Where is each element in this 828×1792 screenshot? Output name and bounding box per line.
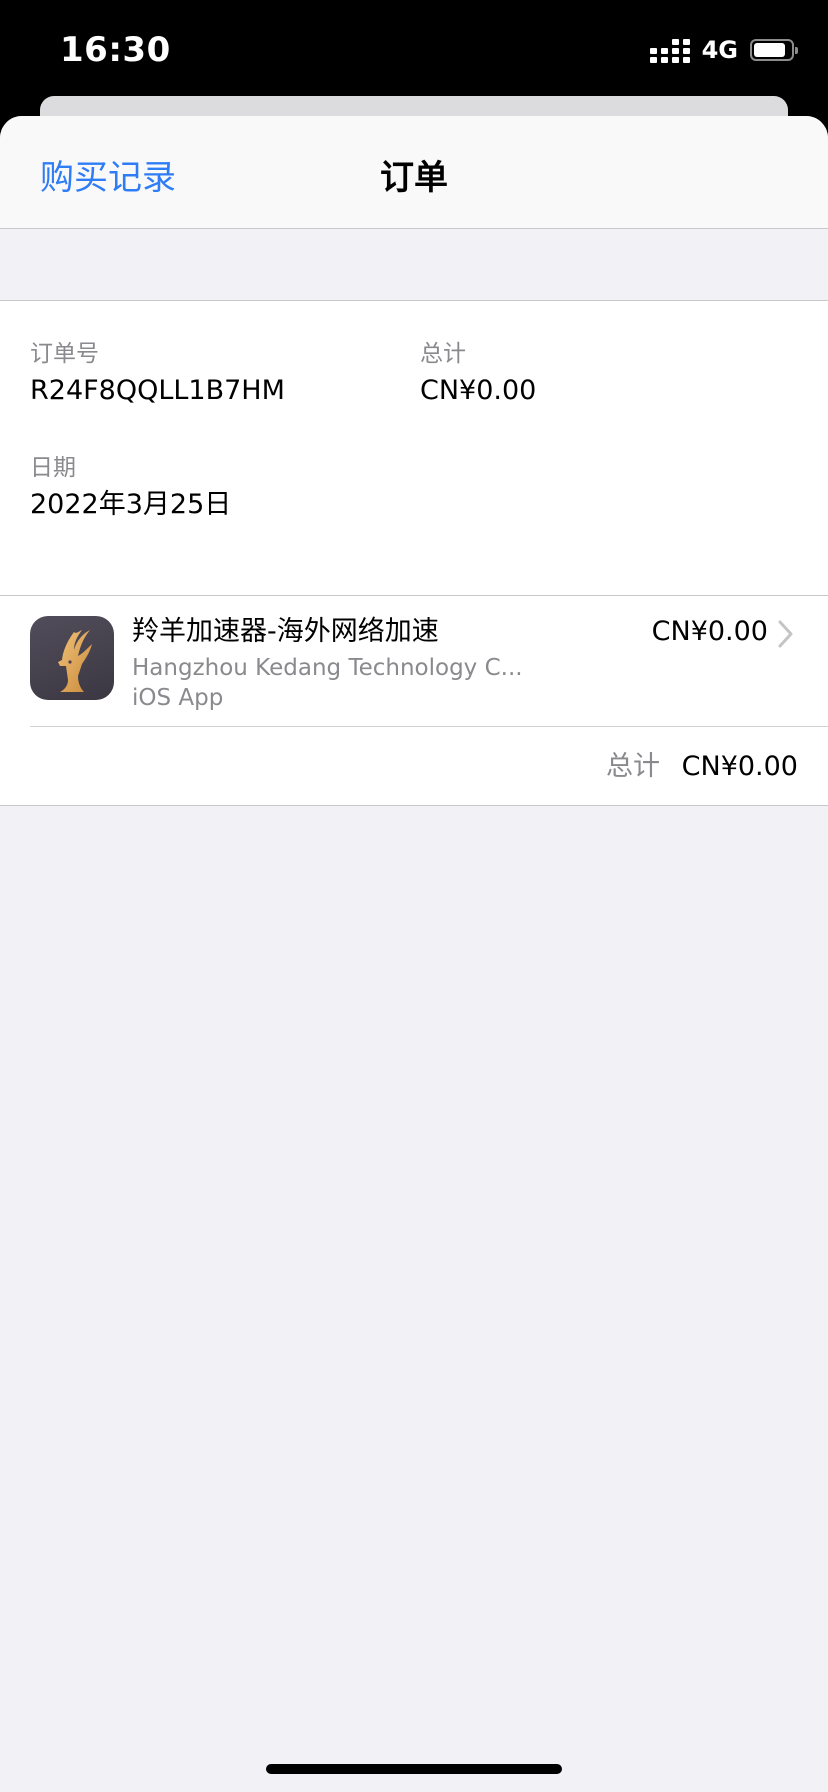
order-number-field: 订单号 R24F8QQLL1B7HM — [30, 339, 285, 409]
chevron-right-icon — [778, 620, 794, 652]
app-name: 羚羊加速器-海外网络加速 — [132, 616, 439, 647]
home-indicator[interactable] — [266, 1764, 562, 1774]
order-date-value: 2022年3月25日 — [30, 489, 232, 520]
list-item[interactable]: 羚羊加速器-海外网络加速 Hangzhou Kedang Technology … — [30, 596, 828, 727]
order-date-label: 日期 — [30, 455, 76, 481]
status-indicators: 4G — [649, 36, 798, 64]
network-label: 4G — [701, 36, 738, 64]
order-number-value: R24F8QQLL1B7HM — [30, 375, 285, 406]
summary-total-label: 总计 — [606, 751, 660, 782]
battery-icon — [750, 39, 798, 61]
summary-total-value: CN¥0.00 — [681, 751, 798, 782]
app-developer: Hangzhou Kedang Technology C... — [132, 655, 523, 681]
items-section: 羚羊加速器-海外网络加速 Hangzhou Kedang Technology … — [0, 596, 828, 806]
order-total-value: CN¥0.00 — [420, 375, 537, 406]
page-title: 订单 — [380, 158, 448, 198]
status-time: 16:30 — [60, 30, 171, 70]
order-total-label: 总计 — [420, 341, 466, 367]
summary-row: 总计 CN¥0.00 — [0, 727, 828, 805]
order-date-field: 日期 2022年3月25日 — [30, 453, 231, 523]
antelope-icon — [30, 616, 114, 700]
signal-icon — [649, 37, 690, 63]
order-number-label: 订单号 — [30, 341, 99, 367]
order-total-field: 总计 CN¥0.00 — [420, 339, 536, 409]
order-info-card: 订单号 R24F8QQLL1B7HM 总计 CN¥0.00 日期 2022年3月… — [0, 300, 828, 596]
status-bar: 16:30 4G — [0, 0, 828, 96]
nav-bar: 购买记录 订单 — [0, 116, 828, 229]
app-type: iOS App — [132, 685, 224, 711]
order-sheet: 购买记录 订单 订单号 R24F8QQLL1B7HM 总计 CN¥0.00 日期… — [0, 116, 828, 1792]
app-price: CN¥0.00 — [651, 616, 768, 647]
